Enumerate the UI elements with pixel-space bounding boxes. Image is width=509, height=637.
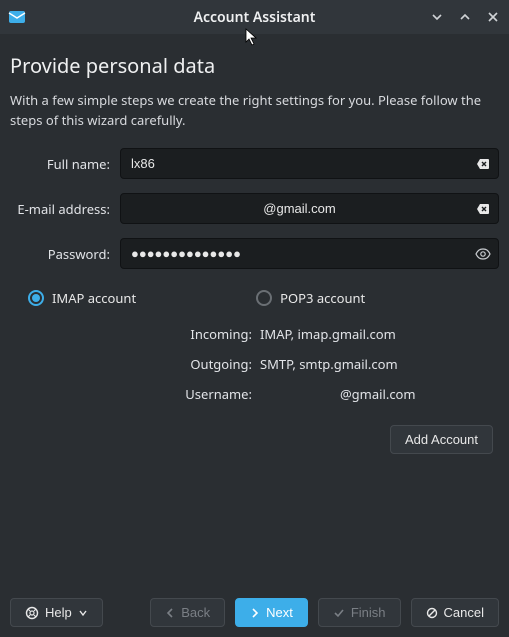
page-heading: Provide personal data (10, 52, 499, 79)
chevron-left-icon (165, 608, 175, 618)
email-row: E-mail address: (10, 193, 499, 224)
email-input-wrap (120, 193, 499, 224)
finish-button-label: Finish (351, 605, 386, 620)
radio-checked-icon (28, 290, 44, 306)
incoming-value: IMAP, imap.gmail.com (260, 325, 396, 343)
password-row: Password: (10, 238, 499, 269)
username-value: @gmail.com (260, 385, 416, 403)
full-name-input[interactable] (120, 148, 499, 179)
wizard-body: Provide personal data With a few simple … (0, 34, 509, 588)
email-input[interactable] (120, 193, 499, 224)
clear-icon[interactable] (475, 201, 491, 217)
titlebar: Account Assistant (0, 0, 509, 34)
finish-button[interactable]: Finish (318, 598, 401, 627)
check-icon (333, 607, 345, 619)
close-icon[interactable] (485, 9, 501, 25)
add-account-row: Add Account (10, 425, 499, 454)
minimize-icon[interactable] (429, 9, 445, 25)
back-button[interactable]: Back (150, 598, 225, 627)
server-info: Incoming: IMAP, imap.gmail.com Outgoing:… (10, 325, 499, 415)
username-row: Username: @gmail.com (10, 385, 499, 403)
incoming-row: Incoming: IMAP, imap.gmail.com (10, 325, 499, 343)
next-button[interactable]: Next (235, 598, 308, 627)
help-button-label: Help (45, 605, 72, 620)
pop3-radio[interactable]: POP3 account (256, 289, 365, 307)
password-label: Password: (10, 245, 120, 263)
password-input-wrap (120, 238, 499, 269)
full-name-row: Full name: (10, 148, 499, 179)
outgoing-label: Outgoing: (10, 355, 260, 373)
add-account-button[interactable]: Add Account (390, 425, 493, 454)
window-controls (429, 9, 501, 25)
chevron-down-icon (78, 608, 88, 618)
cancel-button-label: Cancel (444, 605, 484, 620)
page-description: With a few simple steps we create the ri… (10, 91, 499, 130)
next-button-label: Next (266, 605, 293, 620)
app-icon (8, 8, 26, 26)
cancel-button[interactable]: Cancel (411, 598, 499, 627)
wizard-footer: Help Back Next Finish (0, 588, 509, 637)
outgoing-row: Outgoing: SMTP, smtp.gmail.com (10, 355, 499, 373)
password-input[interactable] (120, 238, 499, 269)
account-type-radios: IMAP account POP3 account (10, 289, 499, 307)
help-button[interactable]: Help (10, 598, 103, 627)
chevron-right-icon (250, 608, 260, 618)
full-name-input-wrap (120, 148, 499, 179)
imap-radio[interactable]: IMAP account (28, 289, 136, 307)
radio-unchecked-icon (256, 290, 272, 306)
clear-icon[interactable] (475, 156, 491, 172)
back-button-label: Back (181, 605, 210, 620)
cancel-icon (426, 607, 438, 619)
maximize-icon[interactable] (457, 9, 473, 25)
incoming-label: Incoming: (10, 325, 260, 343)
imap-radio-label: IMAP account (52, 289, 136, 307)
full-name-label: Full name: (10, 155, 120, 173)
eye-icon[interactable] (475, 246, 491, 262)
pop3-radio-label: POP3 account (280, 289, 365, 307)
email-label: E-mail address: (10, 200, 120, 218)
outgoing-value: SMTP, smtp.gmail.com (260, 355, 398, 373)
username-label: Username: (10, 385, 260, 403)
help-icon (25, 606, 39, 620)
